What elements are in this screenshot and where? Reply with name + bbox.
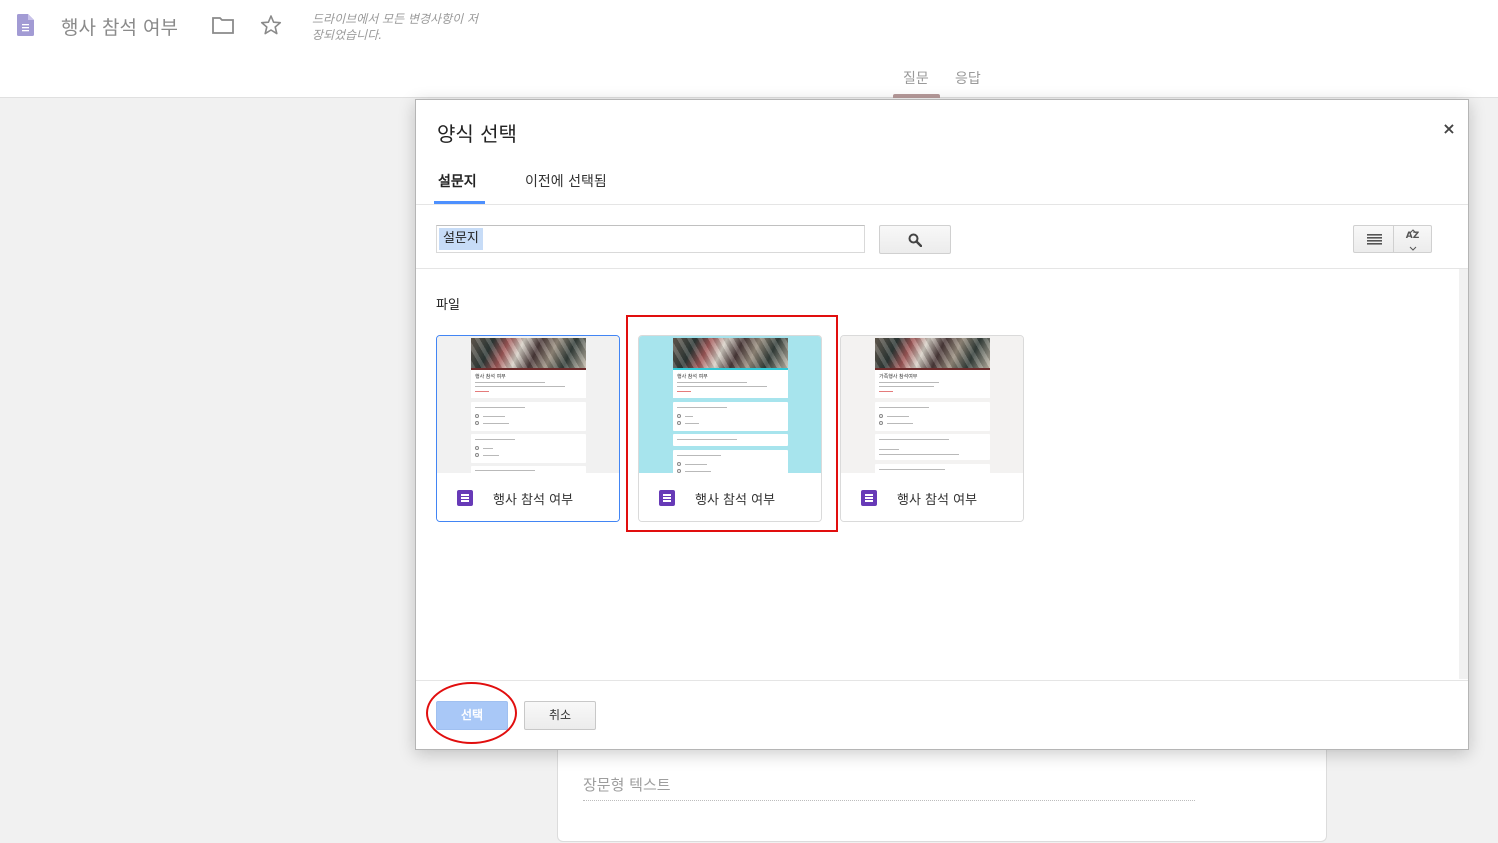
thumbnail-form-title: 가족행사 참석여부 bbox=[879, 374, 918, 380]
toolbar-divider bbox=[416, 268, 1468, 269]
form-thumbnail: 가족행사 참석여부 bbox=[841, 336, 1023, 473]
cancel-button[interactable]: 취소 bbox=[524, 701, 596, 730]
long-answer-placeholder: 장문형 텍스트 bbox=[583, 776, 671, 794]
file-name: 행사 참석 여부 bbox=[897, 493, 978, 508]
dialog-title: 양식 선택 bbox=[437, 122, 517, 146]
forms-doc-icon[interactable] bbox=[17, 14, 34, 36]
tabs-divider bbox=[416, 204, 1468, 205]
form-thumbnail: 행사 참석 여부 bbox=[437, 336, 619, 473]
save-status: 드라이브에서 모든 변경사항이 저장되었습니다. bbox=[312, 12, 479, 42]
annotation-highlight-box bbox=[626, 315, 838, 532]
file-name: 행사 참석 여부 bbox=[493, 493, 574, 508]
search-input-value[interactable]: 설문지 bbox=[439, 228, 483, 250]
header-photo bbox=[471, 338, 586, 368]
active-tab-indicator bbox=[893, 94, 940, 98]
footer-divider bbox=[416, 680, 1468, 681]
header-photo bbox=[875, 338, 990, 368]
google-forms-icon bbox=[457, 490, 473, 506]
search-icon bbox=[908, 233, 922, 247]
star-icon[interactable] bbox=[260, 14, 282, 36]
list-view-icon bbox=[1367, 234, 1382, 245]
file-card[interactable]: 행사 참석 여부 행사 참석 여부 bbox=[436, 335, 620, 522]
tab-responses[interactable]: 응답 bbox=[955, 68, 981, 88]
folder-icon[interactable] bbox=[212, 16, 234, 34]
file-card[interactable]: 가족행사 참석여부 행사 참석 여부 bbox=[840, 335, 1024, 522]
tab-survey[interactable]: 설문지 bbox=[438, 171, 477, 191]
question-card: 장문형 텍스트 bbox=[557, 750, 1327, 842]
sort-arrows-icon bbox=[1409, 229, 1417, 251]
forms-header: 행사 참석 여부 드라이브에서 모든 변경사항이 저장되었습니다. 질문 응답 bbox=[0, 0, 1498, 98]
annotation-highlight-circle bbox=[426, 682, 517, 744]
close-button[interactable]: × bbox=[1438, 118, 1460, 140]
files-section-label: 파일 bbox=[436, 298, 460, 313]
list-view-button[interactable] bbox=[1353, 225, 1394, 253]
scrollbar[interactable] bbox=[1459, 269, 1468, 679]
document-title[interactable]: 행사 참석 여부 bbox=[61, 13, 178, 40]
sort-button[interactable]: AZ bbox=[1394, 225, 1432, 253]
search-input[interactable]: 설문지 bbox=[436, 225, 865, 253]
search-button[interactable] bbox=[879, 225, 951, 254]
tab-recently-selected[interactable]: 이전에 선택됨 bbox=[525, 171, 607, 191]
choose-form-dialog: 양식 선택 × 설문지 이전에 선택됨 설문지 AZ 파일 행사 참석 여부 행… bbox=[415, 99, 1469, 750]
tab-questions[interactable]: 질문 bbox=[903, 68, 929, 88]
google-forms-icon bbox=[861, 490, 877, 506]
answer-underline bbox=[583, 800, 1195, 801]
thumbnail-form-title: 행사 참석 여부 bbox=[475, 374, 506, 380]
